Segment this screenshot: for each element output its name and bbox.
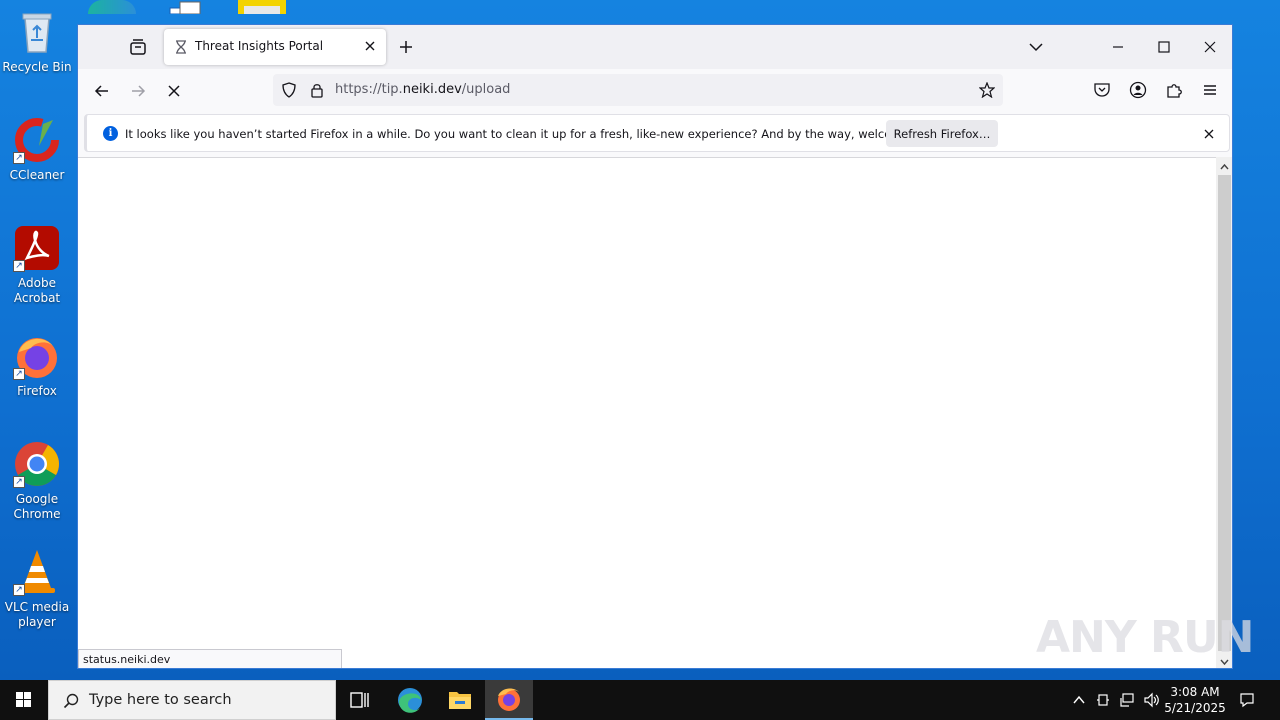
desktop-icon-label: Recycle Bin: [2, 60, 72, 74]
start-windows-icon[interactable]: [0, 680, 48, 720]
scrollbar-thumb[interactable]: [1218, 175, 1231, 651]
page-content-area[interactable]: [78, 157, 1216, 668]
lock-icon[interactable]: [309, 82, 325, 98]
close-tab-icon[interactable]: [363, 39, 377, 53]
pocket-icon[interactable]: [1093, 81, 1111, 99]
refresh-firefox-notification: i It looks like you haven’t started Fire…: [84, 114, 1230, 152]
close-window-icon[interactable]: [1200, 37, 1220, 57]
tab-title: Threat Insights Portal: [195, 39, 324, 53]
shortcut-arrow-icon: ↗: [13, 152, 25, 164]
ccleaner-icon: ↗: [13, 116, 61, 164]
back-arrow-icon[interactable]: [92, 81, 112, 101]
firefox-window: Threat Insights Portal https://tip.neiki…: [77, 24, 1233, 669]
close-notification-icon[interactable]: [1203, 127, 1215, 139]
tracking-protection-shield-icon[interactable]: [281, 82, 297, 98]
refresh-firefox-button[interactable]: Refresh Firefox…: [886, 120, 998, 147]
clock-time: 3:08 AM: [1170, 685, 1220, 699]
hamburger-menu-icon[interactable]: [1201, 81, 1219, 99]
desktop-icon-label: CCleaner: [9, 168, 65, 182]
maximize-icon[interactable]: [1154, 37, 1174, 57]
taskbar-search-box[interactable]: Type here to search: [48, 680, 336, 720]
acrobat-icon: ↗: [13, 224, 61, 272]
search-icon: [63, 693, 79, 709]
extensions-puzzle-icon[interactable]: [1165, 81, 1183, 99]
firefox-icon: ↗: [13, 332, 61, 380]
navigation-toolbar: https://tip.neiki.dev/upload: [78, 69, 1232, 113]
desktop-icon-label: Adobe Acrobat: [13, 276, 61, 305]
shortcut-arrow-icon: ↗: [13, 476, 25, 488]
taskbar-clock[interactable]: 3:08 AM 5/21/2025: [1160, 684, 1230, 716]
notification-message: It looks like you haven’t started Firefo…: [125, 127, 946, 141]
shortcut-arrow-icon: ↗: [13, 260, 25, 272]
desktop-icon-google-chrome[interactable]: ↗ Google Chrome: [0, 440, 74, 522]
url-path: /upload: [461, 82, 511, 97]
url-prefix: https://tip.: [335, 82, 403, 97]
task-view-icon[interactable]: [336, 680, 384, 720]
address-bar[interactable]: https://tip.neiki.dev/upload: [273, 74, 1003, 106]
search-placeholder: Type here to search: [89, 692, 232, 708]
info-icon: i: [103, 126, 118, 141]
edge-desktop-icon-partial[interactable]: [88, 0, 136, 14]
forward-arrow-icon[interactable]: [128, 81, 148, 101]
chrome-icon: ↗: [13, 440, 61, 488]
watermark: ANY RUN: [1036, 612, 1254, 663]
scroll-up-arrow-icon[interactable]: [1219, 160, 1230, 171]
desktop-icon-firefox[interactable]: ↗ Firefox: [0, 332, 74, 399]
status-panel: status.neiki.dev: [78, 649, 342, 668]
desktop-icon-label: Google Chrome: [13, 492, 61, 521]
bookmark-star-icon[interactable]: [978, 81, 996, 99]
list-all-tabs-chevron-icon[interactable]: [1026, 37, 1046, 57]
taskbar: Type here to search 3:08 AM 5/21/2025: [0, 680, 1280, 720]
desktop-icon-recycle-bin[interactable]: Recycle Bin: [0, 8, 74, 75]
notifications-icon[interactable]: [1239, 692, 1255, 708]
document-desktop-icon-partial[interactable]: [166, 0, 204, 15]
stop-loading-icon[interactable]: [164, 81, 184, 101]
new-tab-plus-icon[interactable]: [398, 39, 414, 55]
media-desktop-icon-partial[interactable]: [238, 0, 286, 14]
vlc-cone-icon: ↗: [13, 548, 61, 596]
desktop-icon-adobe-acrobat[interactable]: ↗ Adobe Acrobat: [0, 224, 74, 306]
network-icon[interactable]: [1119, 692, 1135, 708]
hourglass-icon: [174, 40, 188, 54]
desktop-icon-label: VLC media player: [4, 600, 70, 629]
volume-icon[interactable]: [1143, 692, 1159, 708]
desktop-icon-label: Firefox: [17, 384, 57, 398]
account-icon[interactable]: [1129, 81, 1147, 99]
recycle-bin-icon: [13, 8, 61, 56]
desktop-icon-vlc[interactable]: ↗ VLC media player: [0, 548, 74, 630]
device-tray-icon[interactable]: [1095, 692, 1111, 708]
url-text: https://tip.neiki.dev/upload: [335, 82, 510, 97]
desktop-icon-ccleaner[interactable]: ↗ CCleaner: [0, 116, 74, 183]
edge-taskbar-icon[interactable]: [386, 680, 434, 720]
shortcut-arrow-icon: ↗: [13, 584, 25, 596]
file-explorer-icon[interactable]: [436, 680, 484, 720]
clock-date: 5/21/2025: [1164, 701, 1226, 715]
firefox-view-button[interactable]: [126, 37, 150, 59]
firefox-taskbar-icon[interactable]: [485, 680, 533, 720]
shortcut-arrow-icon: ↗: [13, 368, 25, 380]
tab-threat-insights-portal[interactable]: Threat Insights Portal: [164, 29, 386, 65]
show-hidden-icons-chevron-icon[interactable]: [1071, 692, 1087, 708]
url-host: neiki.dev: [402, 82, 462, 97]
minimize-icon[interactable]: [1108, 37, 1128, 57]
vertical-scrollbar[interactable]: [1216, 157, 1232, 668]
title-bar: Threat Insights Portal: [78, 25, 1232, 69]
